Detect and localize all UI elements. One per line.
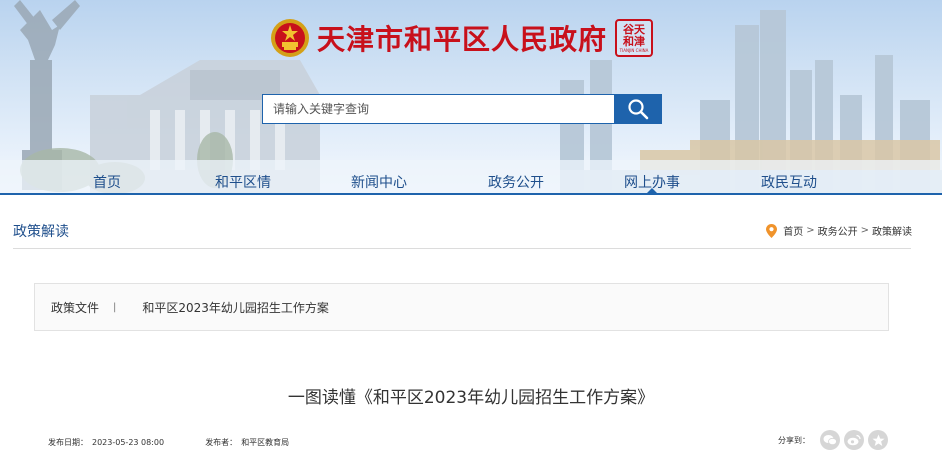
nav-active-indicator xyxy=(647,188,657,193)
seal-text-line2: 和津 xyxy=(623,34,646,48)
breadcrumb-government-affairs[interactable]: 政务公开 xyxy=(818,223,858,238)
publish-date: 2023-05-23 08:00 xyxy=(92,438,165,447)
section-divider xyxy=(13,248,911,249)
search-input[interactable] xyxy=(262,94,614,124)
article-meta: 发布日期： 2023-05-23 08:00 发布者： 和平区教育局 xyxy=(48,437,293,448)
breadcrumb-policy-interpretation[interactable]: 政策解读 xyxy=(872,223,912,238)
nav-item-public-interaction[interactable]: 政民互动 xyxy=(761,172,817,192)
breadcrumb-separator: > xyxy=(860,225,869,236)
publisher: 和平区教育局 xyxy=(241,438,290,447)
article-title: 一图读懂《和平区2023年幼儿园招生工作方案》 xyxy=(287,388,655,408)
publisher-label: 发布者： xyxy=(205,438,238,447)
nav-item-news-center[interactable]: 新闻中心 xyxy=(351,172,407,192)
share-bar: 分享到： xyxy=(778,430,888,450)
site-logo[interactable]: 天津市和平区人民政府 谷天 和津 TIANJIN CHINA xyxy=(270,16,654,60)
nav-item-government-affairs[interactable]: 政务公开 xyxy=(488,172,544,192)
location-pin-icon xyxy=(766,223,778,238)
policy-document-link[interactable]: 和平区2023年幼儿园招生工作方案 xyxy=(142,299,329,316)
site-header: 天津市和平区人民政府 谷天 和津 TIANJIN CHINA 首页 和平区情 新… xyxy=(0,0,942,195)
favorite-icon xyxy=(872,434,884,446)
site-title: 天津市和平区人民政府 xyxy=(317,23,608,56)
nav-item-district-info[interactable]: 和平区情 xyxy=(215,172,271,192)
wechat-icon xyxy=(823,435,837,446)
breadcrumb: 首页 > 政务公开 > 政策解读 xyxy=(766,223,912,238)
policy-document-label: 政策文件 xyxy=(51,300,100,315)
section-title: 政策解读 xyxy=(13,224,69,240)
weibo-icon xyxy=(847,434,861,446)
nav-underline xyxy=(0,193,942,195)
weibo-share-button[interactable] xyxy=(844,430,864,450)
seal-text-line1: 谷天 xyxy=(623,22,646,36)
seal-text-en: TIANJIN CHINA xyxy=(619,47,649,53)
policy-document-box: 政策文件 | 和平区2023年幼儿园招生工作方案 xyxy=(34,283,889,331)
publish-date-label: 发布日期： xyxy=(48,438,88,447)
search-bar xyxy=(262,94,662,124)
nav-item-home[interactable]: 首页 xyxy=(93,172,121,192)
search-icon xyxy=(628,99,649,120)
share-label: 分享到： xyxy=(778,435,810,445)
favorite-share-button[interactable] xyxy=(868,430,888,450)
wechat-share-button[interactable] xyxy=(820,430,840,450)
breadcrumb-separator: > xyxy=(806,225,815,236)
main-nav: 首页 和平区情 新闻中心 政务公开 网上办事 政民互动 xyxy=(0,168,942,195)
tianjin-seal-logo: 谷天 和津 TIANJIN CHINA xyxy=(615,19,654,57)
national-emblem-icon xyxy=(271,19,309,57)
search-button[interactable] xyxy=(614,94,662,124)
policy-document-divider: | xyxy=(113,301,117,313)
breadcrumb-home[interactable]: 首页 xyxy=(783,223,803,238)
